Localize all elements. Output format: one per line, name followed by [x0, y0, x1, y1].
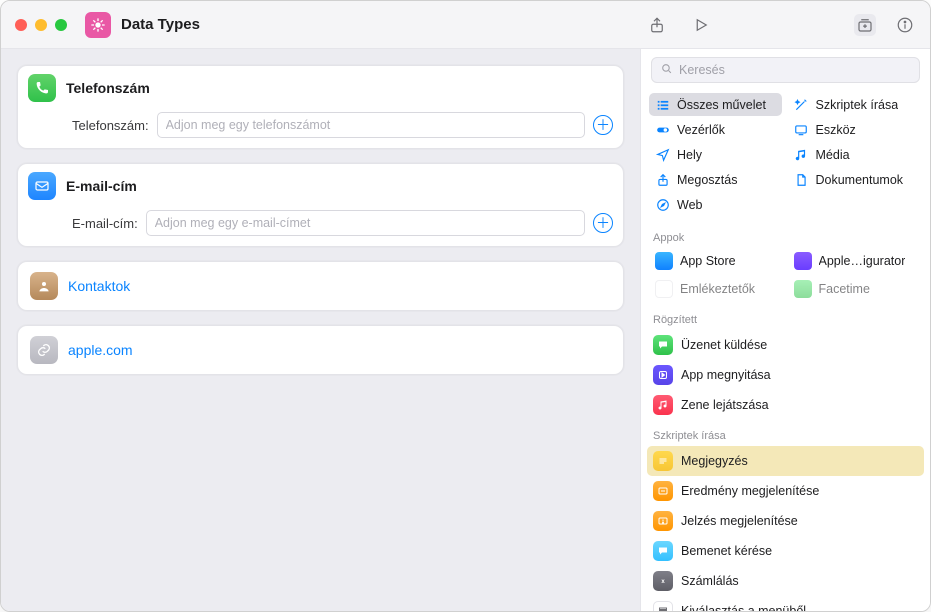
cat-media[interactable]: Média — [788, 143, 921, 166]
workflow-canvas[interactable]: Telefonszám Telefonszám: ＋ E-mail-cím — [1, 49, 640, 611]
action-count[interactable]: x Számlálás — [647, 566, 924, 596]
titlebar: Data Types — [1, 1, 930, 49]
add-variable-button[interactable]: ＋ — [593, 213, 613, 233]
music-note-icon — [794, 147, 809, 162]
link-icon — [30, 336, 58, 364]
facetime-icon — [794, 280, 812, 298]
share-button[interactable] — [646, 14, 668, 36]
phone-input[interactable] — [157, 112, 585, 138]
action-show-result[interactable]: Eredmény megjelenítése — [647, 476, 924, 506]
apps-strip: App Store Apple…igurator Emlékeztetők Fa… — [641, 248, 930, 304]
param-row-email: E-mail-cím: ＋ — [72, 210, 613, 236]
run-button[interactable] — [690, 14, 712, 36]
email-input[interactable] — [146, 210, 585, 236]
pinned-header: Rögzített — [641, 304, 930, 330]
configurator-icon — [794, 252, 812, 270]
action-block-url[interactable]: apple.com — [17, 325, 624, 375]
appstore-icon — [655, 252, 673, 270]
pinned-open-app[interactable]: App megnyitása — [647, 360, 924, 390]
window-title: Data Types — [121, 16, 200, 33]
toolbar — [646, 14, 916, 36]
open-app-icon — [653, 365, 673, 385]
mail-icon — [28, 172, 56, 200]
share-up-icon — [655, 172, 670, 187]
close-window-button[interactable] — [15, 19, 27, 31]
param-label: E-mail-cím: — [72, 216, 138, 231]
apps-header: Appok — [641, 222, 930, 248]
action-block-phone[interactable]: Telefonszám Telefonszám: ＋ — [17, 65, 624, 149]
action-show-alert[interactable]: Jelzés megjelenítése — [647, 506, 924, 536]
app-appstore[interactable]: App Store — [649, 248, 782, 274]
action-title: Telefonszám — [66, 80, 150, 96]
count-icon: x — [653, 571, 673, 591]
action-title[interactable]: apple.com — [68, 342, 133, 358]
search-icon — [660, 62, 673, 78]
safari-icon — [655, 197, 670, 212]
shortcut-icon — [85, 12, 111, 38]
app-configurator[interactable]: Apple…igurator — [788, 248, 921, 274]
window-body: Telefonszám Telefonszám: ＋ E-mail-cím — [1, 49, 930, 611]
traffic-lights — [15, 19, 67, 31]
cat-controls[interactable]: Vezérlők — [649, 118, 782, 141]
wand-icon — [794, 97, 809, 112]
cat-all-actions[interactable]: Összes művelet — [649, 93, 782, 116]
action-block-email[interactable]: E-mail-cím E-mail-cím: ＋ — [17, 163, 624, 247]
scripting-header: Szkriptek írása — [641, 420, 930, 446]
cat-web[interactable]: Web — [649, 193, 782, 216]
category-grid: Összes művelet Szkriptek írása Vezérlők … — [641, 89, 930, 222]
menu-icon — [653, 601, 673, 611]
pinned-send-message[interactable]: Üzenet küldése — [647, 330, 924, 360]
location-icon — [655, 147, 670, 162]
minimize-window-button[interactable] — [35, 19, 47, 31]
app-window: Data Types — [0, 0, 931, 612]
svg-text:x: x — [661, 579, 665, 585]
cat-location[interactable]: Hely — [649, 143, 782, 166]
add-variable-button[interactable]: ＋ — [593, 115, 613, 135]
alert-icon — [653, 511, 673, 531]
action-comment[interactable]: Megjegyzés — [647, 446, 924, 476]
info-button[interactable] — [894, 14, 916, 36]
library-toggle-button[interactable] — [854, 14, 876, 36]
list-icon — [655, 97, 670, 112]
document-icon — [794, 172, 809, 187]
action-choose-menu[interactable]: Kiválasztás a menüből — [647, 596, 924, 611]
param-row-phone: Telefonszám: ＋ — [72, 112, 613, 138]
comment-icon — [653, 451, 673, 471]
action-ask-input[interactable]: Bemenet kérése — [647, 536, 924, 566]
app-facetime[interactable]: Facetime — [788, 276, 921, 302]
library-sidebar: Összes művelet Szkriptek írása Vezérlők … — [640, 49, 930, 611]
music-icon — [653, 395, 673, 415]
messages-icon — [653, 335, 673, 355]
toggle-icon — [655, 122, 670, 137]
pinned-play-music[interactable]: Zene lejátszása — [647, 390, 924, 420]
action-title: E-mail-cím — [66, 178, 137, 194]
action-title[interactable]: Kontaktok — [68, 278, 130, 294]
cat-device[interactable]: Eszköz — [788, 118, 921, 141]
phone-icon — [28, 74, 56, 102]
zoom-window-button[interactable] — [55, 19, 67, 31]
ask-icon — [653, 541, 673, 561]
param-label: Telefonszám: — [72, 118, 149, 133]
search-field[interactable] — [651, 57, 920, 83]
app-reminders[interactable]: Emlékeztetők — [649, 276, 782, 302]
cat-documents[interactable]: Dokumentumok — [788, 168, 921, 191]
device-icon — [794, 122, 809, 137]
reminders-icon — [655, 280, 673, 298]
action-block-contacts[interactable]: Kontaktok — [17, 261, 624, 311]
result-icon — [653, 481, 673, 501]
cat-scripting[interactable]: Szkriptek írása — [788, 93, 921, 116]
search-input[interactable] — [679, 63, 911, 77]
contacts-icon — [30, 272, 58, 300]
cat-sharing[interactable]: Megosztás — [649, 168, 782, 191]
